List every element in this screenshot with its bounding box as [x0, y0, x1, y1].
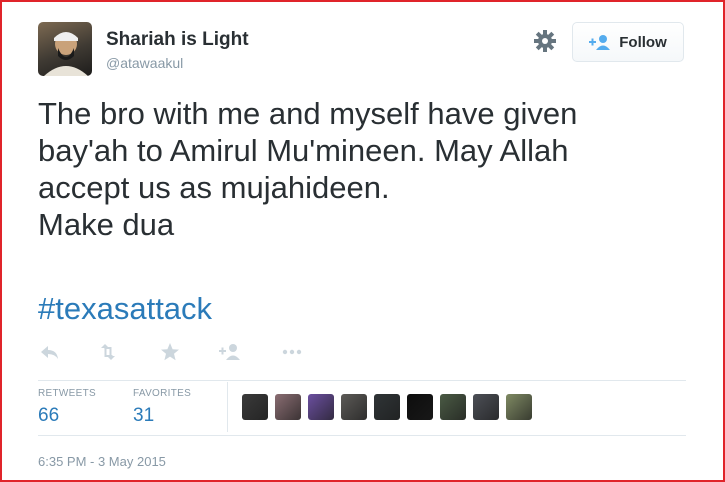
- favoriter-avatar[interactable]: [242, 394, 268, 420]
- more-ellipsis-icon[interactable]: [280, 340, 304, 364]
- stats-top-divider: [38, 380, 686, 381]
- profile-avatar[interactable]: [38, 22, 92, 76]
- tweet-text: The bro with me and myself have given ba…: [38, 96, 578, 242]
- favorite-star-icon[interactable]: [158, 340, 182, 364]
- follow-person-icon: [589, 35, 611, 50]
- hashtag-link[interactable]: #texasattack: [38, 290, 212, 327]
- favorites-count[interactable]: 31: [133, 405, 154, 427]
- tweet-card: Shariah is Light @atawaakul Follow The b…: [0, 0, 725, 482]
- stats-bottom-divider: [38, 435, 686, 436]
- favoriter-avatar[interactable]: [506, 394, 532, 420]
- favoriter-avatar[interactable]: [308, 394, 334, 420]
- favoriter-avatar[interactable]: [374, 394, 400, 420]
- follow-plus-icon[interactable]: [218, 340, 242, 364]
- display-name[interactable]: Shariah is Light: [106, 29, 249, 51]
- tweet-timestamp[interactable]: 6:35 PM - 3 May 2015: [38, 454, 166, 469]
- reply-icon[interactable]: [38, 340, 62, 364]
- favoriter-avatar[interactable]: [440, 394, 466, 420]
- avatar-image: [44, 32, 88, 76]
- favorites-label: FAVORITES: [133, 388, 192, 399]
- favoriter-avatar[interactable]: [341, 394, 367, 420]
- user-handle[interactable]: @atawaakul: [106, 55, 183, 71]
- gear-icon[interactable]: [532, 28, 558, 54]
- follow-label: Follow: [619, 33, 667, 51]
- favoriter-avatar[interactable]: [275, 394, 301, 420]
- favoriter-avatar[interactable]: [407, 394, 433, 420]
- retweets-count[interactable]: 66: [38, 405, 59, 427]
- retweet-icon[interactable]: [96, 340, 120, 364]
- stats-separator: [227, 382, 228, 432]
- follow-button[interactable]: Follow: [572, 22, 684, 62]
- retweets-label: RETWEETS: [38, 388, 96, 399]
- favoriter-avatar[interactable]: [473, 394, 499, 420]
